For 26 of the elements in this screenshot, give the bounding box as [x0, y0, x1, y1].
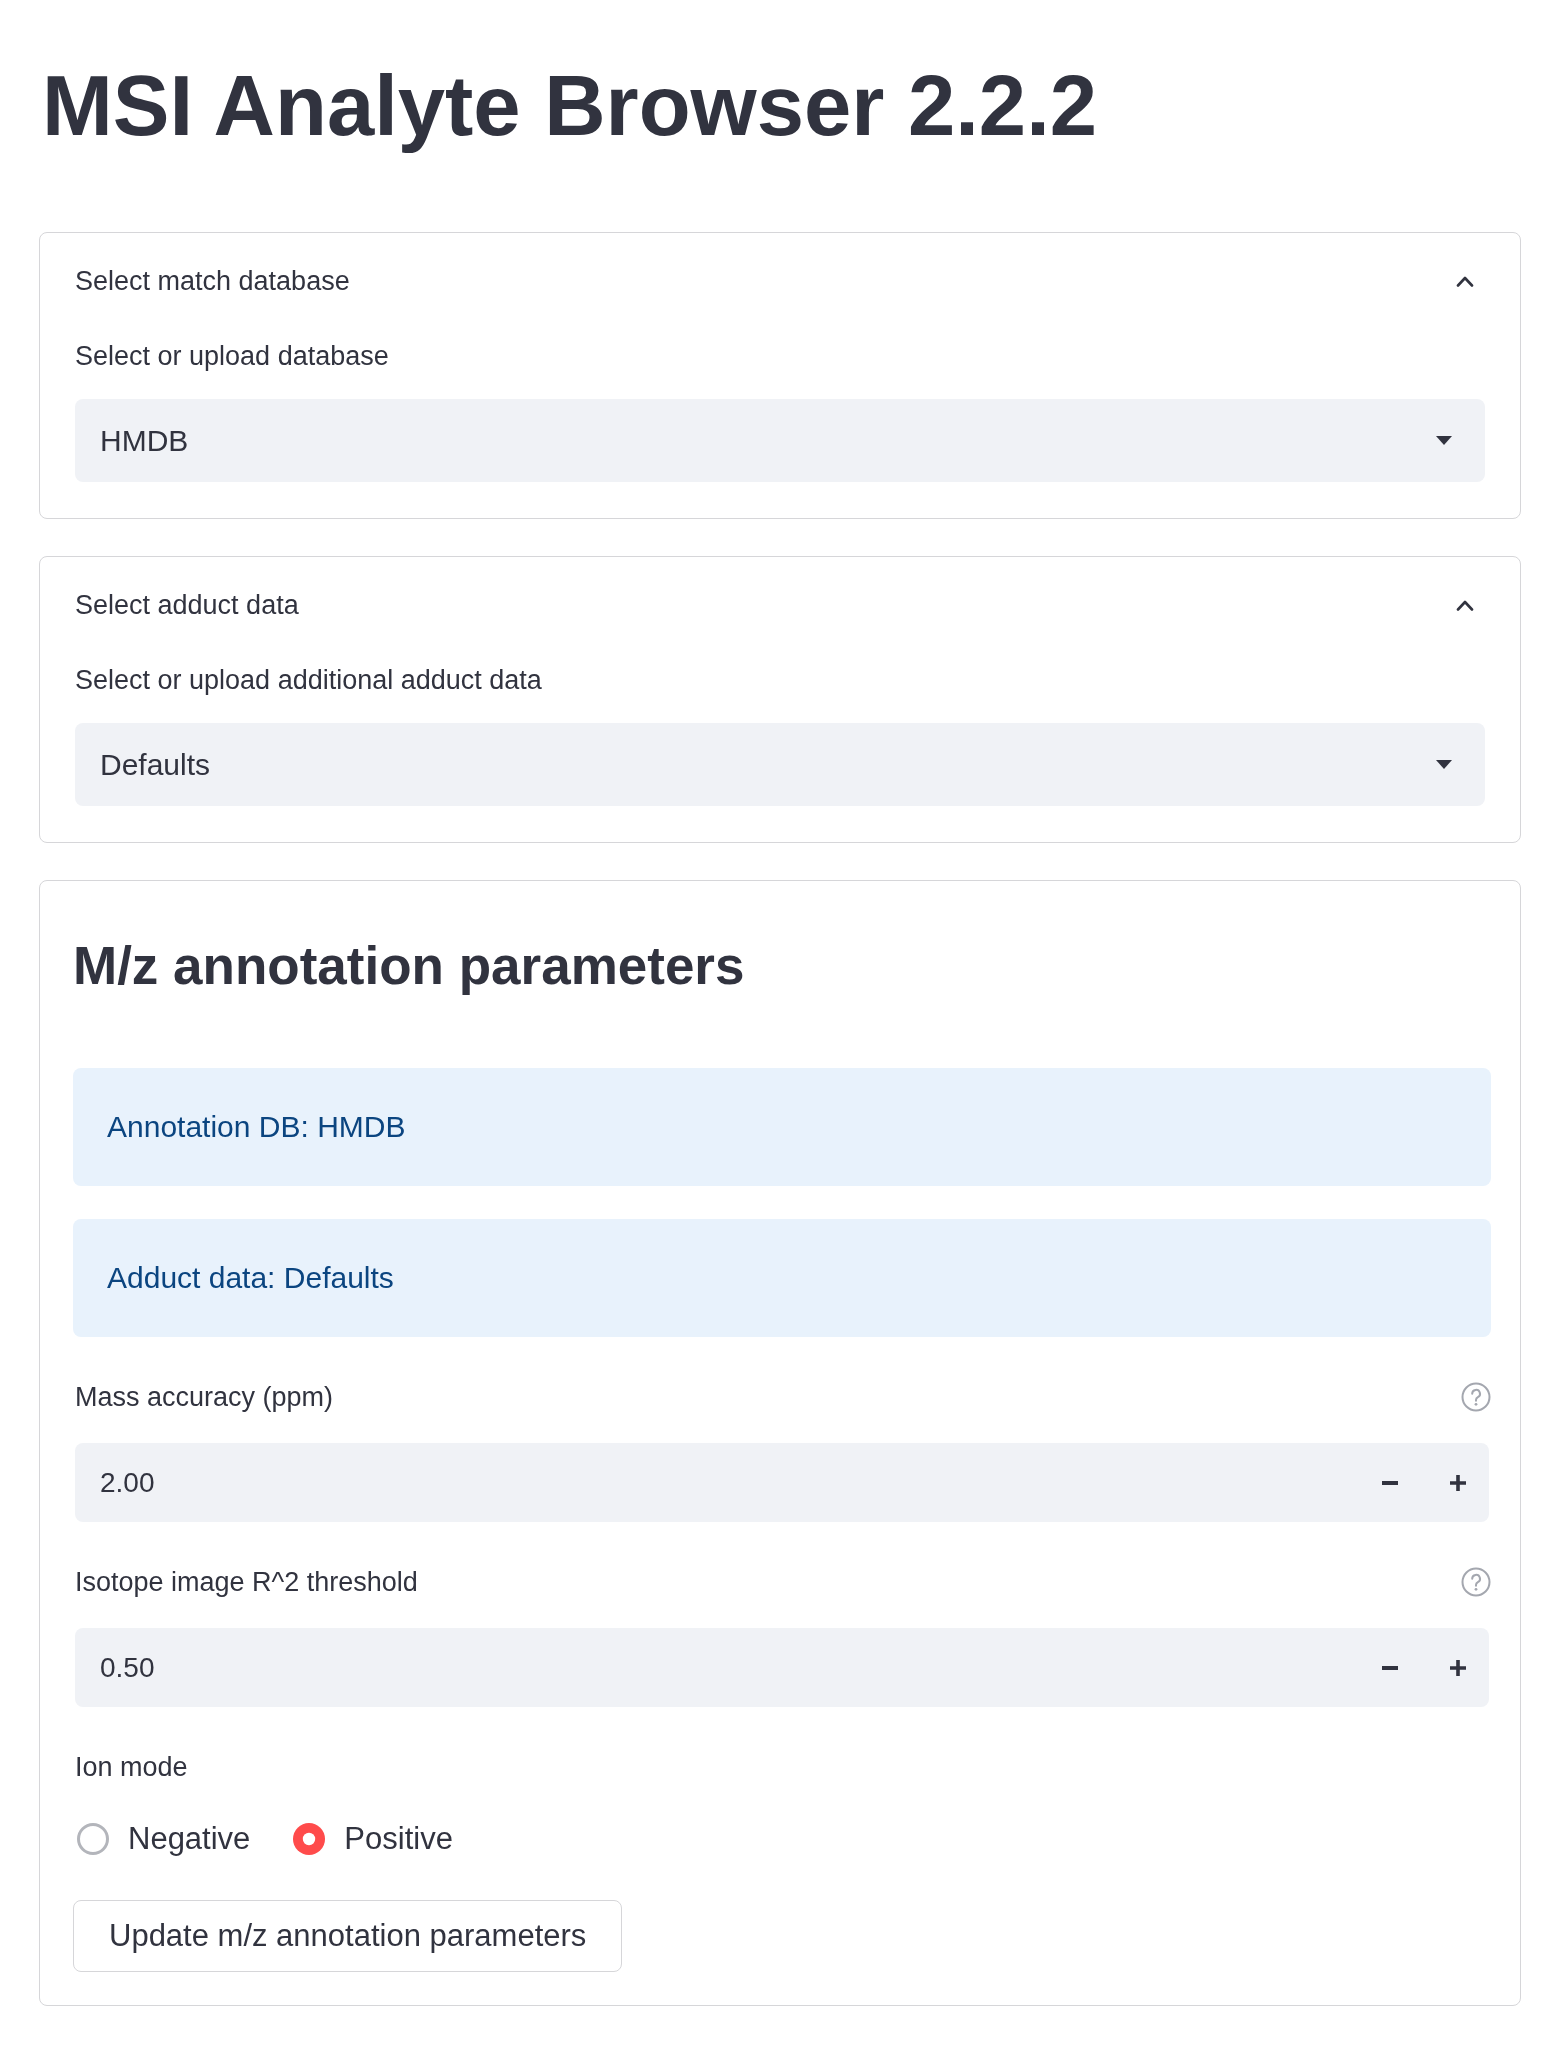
minus-icon — [1382, 1665, 1398, 1670]
field-label: Select or upload additional adduct data — [75, 664, 542, 696]
field-label: Ion mode — [75, 1751, 188, 1783]
help-icon[interactable] — [1461, 1567, 1491, 1597]
plus-icon — [1450, 1474, 1466, 1491]
expander-header[interactable]: Select match database — [40, 233, 1520, 309]
plus-icon — [1450, 1659, 1466, 1676]
info-message: Annotation DB: HMDB — [73, 1068, 1491, 1186]
help-icon[interactable] — [1461, 1382, 1491, 1412]
radio-option[interactable]: Negative — [77, 1821, 251, 1857]
select-box[interactable]: HMDB — [75, 399, 1485, 482]
caret-down-icon — [1436, 760, 1452, 769]
number-input[interactable]: 2.00 — [75, 1443, 1489, 1522]
select-box[interactable]: Defaults — [75, 723, 1485, 806]
field-label: Mass accuracy (ppm) — [75, 1381, 334, 1413]
caret-down-icon — [1436, 436, 1452, 445]
expander-header[interactable]: Select adduct data — [40, 557, 1520, 633]
number-input[interactable]: 0.50 — [75, 1628, 1489, 1707]
field-label: Select or upload database — [75, 340, 389, 372]
section-heading: M/z annotation parameters — [73, 935, 745, 997]
field-label: Isotope image R^2 threshold — [75, 1566, 418, 1598]
radio-option[interactable]: Positive — [293, 1821, 453, 1857]
info-message: Adduct data: Defaults — [73, 1219, 1491, 1337]
page-title: MSI Analyte Browser 2.2.2 — [42, 57, 1098, 155]
minus-icon — [1382, 1480, 1398, 1485]
update-button[interactable]: Update m/z annotation parameters — [73, 1900, 623, 1972]
